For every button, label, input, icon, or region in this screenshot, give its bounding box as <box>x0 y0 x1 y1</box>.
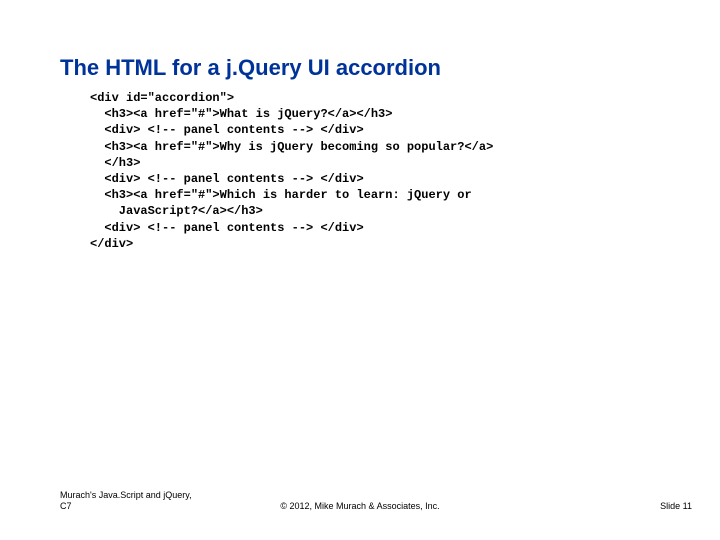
footer-copyright: © 2012, Mike Murach & Associates, Inc. <box>0 501 720 512</box>
footer-slide-number: Slide 11 <box>660 501 692 512</box>
footer-book-line1: Murach's Java.Script and jQuery, <box>60 490 220 501</box>
footer: Murach's Java.Script and jQuery, C7 © 20… <box>0 482 720 512</box>
code-snippet: <div id="accordion"> <h3><a href="#">Wha… <box>90 90 493 252</box>
slide-title: The HTML for a j.Query UI accordion <box>60 55 441 81</box>
slide: The HTML for a j.Query UI accordion <div… <box>0 0 720 540</box>
